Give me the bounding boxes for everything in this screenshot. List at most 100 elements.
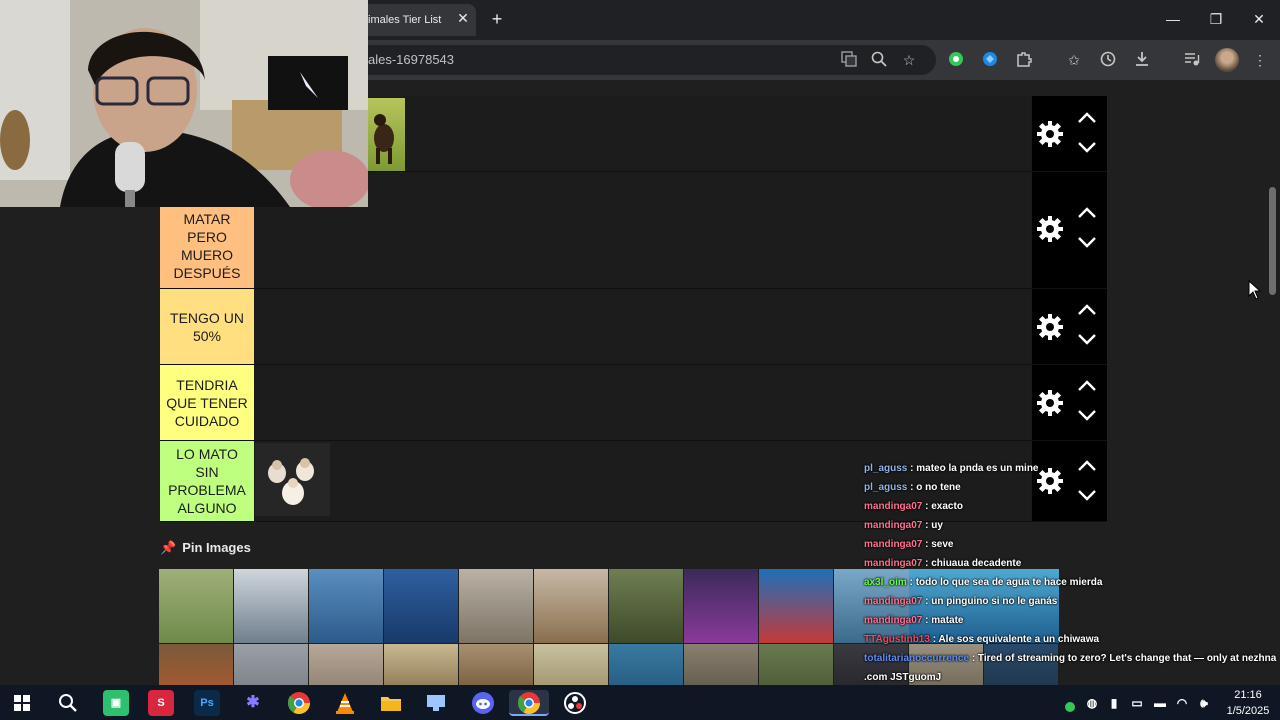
chat-username: mandinga07	[864, 558, 923, 569]
webcam-overlay	[0, 0, 368, 207]
chat-username: mandinga07	[864, 520, 923, 531]
tier-items[interactable]	[255, 365, 1031, 440]
tray-battery-icon[interactable]: ▬	[1152, 690, 1168, 716]
tier-label[interactable]: TENDRIA QUE TENER CUIDADO	[160, 365, 254, 440]
extension-blue-icon[interactable]	[980, 50, 1000, 70]
discord-icon[interactable]	[470, 690, 496, 716]
media-control-icon[interactable]	[1182, 50, 1202, 70]
eagle-image[interactable]	[384, 644, 458, 685]
extension-green-icon[interactable]	[946, 50, 966, 70]
chat-username: TTAgustinb13	[864, 634, 930, 645]
windows-start-icon[interactable]	[9, 690, 35, 716]
restore-button[interactable]: ❐	[1204, 8, 1228, 30]
chat-message: pl_aguss : o no tene	[864, 478, 1280, 497]
new-tab-button[interactable]: +	[486, 8, 508, 30]
chat-text: : uy	[922, 520, 943, 531]
network-app-icon[interactable]	[423, 690, 449, 716]
chat-message: ax3l_oim : todo lo que sea de agua te ha…	[864, 573, 1280, 592]
favorites-icon[interactable]: ✩	[1064, 50, 1084, 70]
webcam-feed-image	[0, 0, 368, 207]
chevron-up-icon[interactable]	[1076, 303, 1098, 317]
tab-title: imales Tier List	[368, 14, 442, 26]
chevron-down-icon[interactable]	[1076, 235, 1098, 249]
tray-usb-icon[interactable]: ▮	[1106, 690, 1122, 716]
tray-app-icon[interactable]: ◍	[1084, 690, 1100, 716]
seahorse-image[interactable]	[759, 569, 833, 643]
settings-gear-icon[interactable]	[1037, 390, 1063, 416]
rooster-image[interactable]	[159, 644, 233, 685]
tray-green-icon[interactable]	[1062, 690, 1078, 716]
seal-image[interactable]	[234, 644, 308, 685]
chat-message: mandinga07 : uy	[864, 516, 1280, 535]
hawk-image[interactable]	[459, 644, 533, 685]
extensions-puzzle-icon[interactable]	[1014, 50, 1034, 70]
tier-row: TENGO UN 50%	[160, 289, 1107, 365]
chat-message: mandinga07 : un pinguino si no le ganás	[864, 592, 1280, 611]
history-icon[interactable]	[1098, 50, 1118, 70]
chrome-active-icon[interactable]	[509, 690, 549, 716]
tier-items[interactable]	[255, 172, 1031, 288]
obs-icon[interactable]	[562, 690, 588, 716]
tier-controls	[1032, 289, 1107, 364]
swordfish-image[interactable]	[384, 569, 458, 643]
pin-images-heading: 📌 Pin Images	[160, 540, 251, 555]
centipede-image[interactable]	[534, 569, 608, 643]
chat-text: : Tired of streaming to zero? Let's chan…	[969, 653, 1277, 664]
app-red-icon[interactable]: S	[148, 690, 174, 716]
settings-gear-icon[interactable]	[1037, 216, 1063, 242]
translate-icon[interactable]	[839, 50, 859, 70]
file-explorer-icon[interactable]	[378, 690, 404, 716]
chat-text: .com JSTguomJ	[864, 672, 942, 683]
chevron-down-icon[interactable]	[1076, 332, 1098, 346]
chevron-down-icon[interactable]	[1076, 140, 1098, 154]
page-scrollbar[interactable]	[1269, 187, 1276, 295]
chevron-up-icon[interactable]	[1076, 111, 1098, 125]
tray-device-icon[interactable]: ▭	[1128, 690, 1146, 716]
snake-image[interactable]	[684, 644, 758, 685]
orca-image[interactable]	[234, 569, 308, 643]
profile-avatar[interactable]	[1215, 48, 1239, 72]
chat-message: totalitarianoccurrence : Tired of stream…	[864, 649, 1280, 668]
menu-kebab-icon[interactable]: ⋮	[1250, 50, 1270, 70]
wifi-icon[interactable]: ◠	[1174, 690, 1190, 716]
chat-message: mandinga07 : exacto	[864, 497, 1280, 516]
tier-items[interactable]	[255, 289, 1031, 364]
tab-close-icon[interactable]: ✕	[454, 9, 472, 27]
chat-message: mandinga07 : seve	[864, 535, 1280, 554]
close-window-button[interactable]: ✕	[1247, 8, 1271, 30]
photoshop-icon[interactable]: Ps	[194, 690, 220, 716]
chevron-down-icon[interactable]	[1076, 408, 1098, 422]
chat-username: mandinga07	[864, 539, 923, 550]
search-icon[interactable]	[55, 690, 81, 716]
settings-gear-icon[interactable]	[1037, 314, 1063, 340]
bookmark-star-icon[interactable]: ☆	[899, 50, 919, 70]
chrome-icon[interactable]	[286, 690, 312, 716]
chevron-up-icon[interactable]	[1076, 206, 1098, 220]
minimize-button[interactable]: —	[1161, 8, 1185, 30]
animal-image[interactable]	[759, 644, 833, 685]
app-purple-icon[interactable]: ✱	[240, 690, 266, 716]
tier-items[interactable]	[255, 96, 1031, 171]
great-dane-image[interactable]	[159, 569, 233, 643]
tier-label[interactable]: TENGO UN 50%	[160, 289, 254, 364]
tier-label[interactable]: LO MATO SIN PROBLEMA ALGUNO	[160, 441, 254, 521]
octopus-image[interactable]	[684, 569, 758, 643]
system-clock[interactable]: 21:16 1/5/2025	[1224, 687, 1272, 719]
dog-thumbnail[interactable]	[368, 98, 405, 171]
chat-username: mandinga07	[864, 596, 923, 607]
download-icon[interactable]	[1132, 50, 1152, 70]
hippo-image[interactable]	[609, 569, 683, 643]
kangaroo-image[interactable]	[459, 569, 533, 643]
chevron-up-icon[interactable]	[1076, 379, 1098, 393]
volume-icon[interactable]: 🕪	[1196, 690, 1212, 716]
chihuahua-thumbnail[interactable]	[255, 443, 330, 516]
settings-gear-icon[interactable]	[1037, 121, 1063, 147]
android-studio-icon[interactable]: ▣	[103, 690, 129, 716]
zoom-icon[interactable]	[869, 50, 889, 70]
vlc-icon[interactable]	[332, 690, 358, 716]
narwhal-image[interactable]	[309, 569, 383, 643]
cobra-image[interactable]	[534, 644, 608, 685]
clock-time: 21:16	[1234, 689, 1262, 701]
walrus-image[interactable]	[309, 644, 383, 685]
shark-image[interactable]	[609, 644, 683, 685]
